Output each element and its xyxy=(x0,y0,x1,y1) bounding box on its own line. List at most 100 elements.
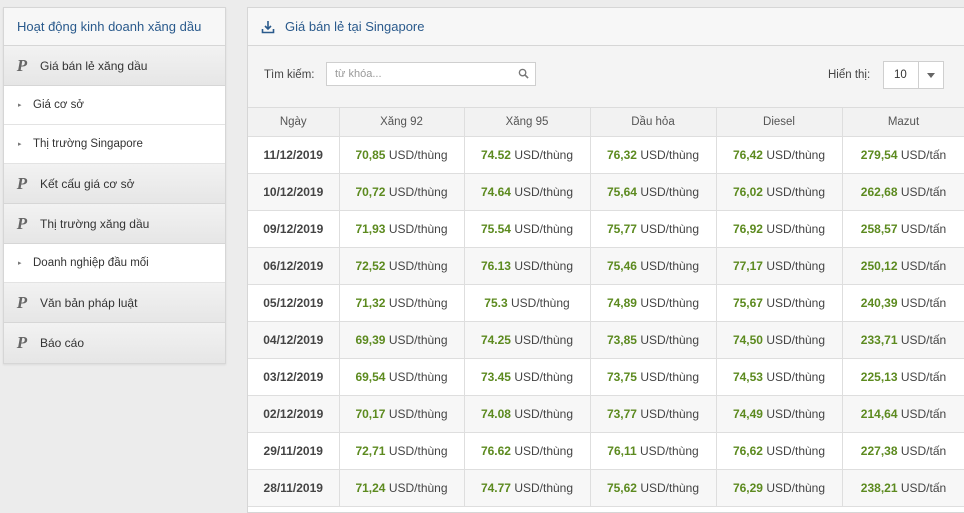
price-cell: 74,49 USD/thùng xyxy=(715,394,843,433)
price-cell: 73,77 USD/thùng xyxy=(589,394,717,433)
p-logo-icon: P xyxy=(16,55,28,75)
sidebar-subitem[interactable]: ▸ Doanh nghiệp đầu mối xyxy=(4,244,225,283)
price-cell: 227,38 USD/tấn xyxy=(841,431,964,470)
sidebar-subitem[interactable]: ▸ Giá cơ sở xyxy=(4,86,225,125)
sidebar-item[interactable]: P Văn bản pháp luật xyxy=(4,283,225,323)
caret-right-icon: ▸ xyxy=(18,102,22,109)
price-cell: 76.62 USD/thùng xyxy=(463,431,591,470)
price-cell: 72,52 USD/thùng xyxy=(338,246,465,285)
price-cell: 75.54 USD/thùng xyxy=(463,209,591,248)
price-unit: USD/thùng xyxy=(640,443,699,458)
page-size-value: 10 xyxy=(894,69,907,81)
price-cell: 76,42 USD/thùng xyxy=(715,135,843,174)
price-value: 75,77 xyxy=(606,221,637,236)
price-value: 69,54 xyxy=(355,369,386,384)
price-unit: USD/thùng xyxy=(640,221,700,236)
price-value: 74,49 xyxy=(732,406,763,421)
price-value: 75,62 xyxy=(606,480,637,495)
page-size-toggle[interactable] xyxy=(918,62,943,88)
price-cell: 73,75 USD/thùng xyxy=(589,357,717,396)
price-unit: USD/thùng xyxy=(388,295,448,310)
price-value: 76,11 xyxy=(607,443,637,458)
price-value: 75,46 xyxy=(606,258,637,273)
price-unit: USD/thùng xyxy=(640,332,700,347)
column-header[interactable]: Xăng 95 xyxy=(463,108,591,137)
column-header[interactable]: Ngày xyxy=(248,108,340,137)
date-cell: 11/12/2019 xyxy=(248,135,340,174)
price-value: 76.13 xyxy=(480,258,511,273)
price-value: 74,50 xyxy=(732,332,763,347)
price-unit: USD/thùng xyxy=(640,295,700,310)
price-cell: 214,64 USD/tấn xyxy=(841,394,964,433)
p-logo-icon: P xyxy=(16,333,28,352)
column-header[interactable]: Xăng 92 xyxy=(338,108,465,137)
price-cell: 233,71 USD/tấn xyxy=(841,320,964,359)
price-unit: USD/thùng xyxy=(640,369,700,384)
price-value: 74,53 xyxy=(732,369,763,384)
column-header[interactable]: Dầu hỏa xyxy=(589,108,717,137)
price-value: 71,24 xyxy=(355,480,386,495)
price-unit: USD/thùng xyxy=(766,221,826,236)
sidebar-item[interactable]: P Kết cấu giá cơ sở xyxy=(4,164,225,204)
price-value: 73,75 xyxy=(606,369,637,384)
sidebar-subitem[interactable]: ▸ Thị trường Singapore xyxy=(4,125,225,164)
price-value: 225,13 xyxy=(860,369,898,384)
price-unit: USD/thùng xyxy=(388,147,448,162)
price-unit: USD/thùng xyxy=(766,147,826,162)
price-cell: 69,39 USD/thùng xyxy=(338,320,465,359)
price-value: 74,89 xyxy=(606,295,637,310)
price-value: 258,57 xyxy=(860,221,898,236)
date-cell: 06/12/2019 xyxy=(248,246,340,285)
price-value: 74.08 xyxy=(480,406,511,421)
column-header[interactable]: Mazut xyxy=(841,108,964,137)
singapore-price-panel: Giá bán lẻ tại Singapore Tìm kiếm: Hiển … xyxy=(247,7,964,513)
p-logo-icon: P xyxy=(16,292,28,312)
table-body: 11/12/2019 70,85 USD/thùng 74.52 USD/thùng… xyxy=(248,135,964,507)
panel-title: Giá bán lẻ tại Singapore xyxy=(285,19,425,34)
price-unit: USD/thùng xyxy=(640,406,700,421)
price-cell: 238,21 USD/tấn xyxy=(841,468,964,507)
page-size-select[interactable]: 10 xyxy=(883,61,944,89)
price-cell: 71,24 USD/thùng xyxy=(338,468,465,507)
price-cell: 75,77 USD/thùng xyxy=(589,209,717,248)
price-cell: 75.3 USD/thùng xyxy=(463,283,591,322)
price-unit: USD/tấn xyxy=(900,258,947,273)
search-input[interactable] xyxy=(327,63,507,85)
price-cell: 76,32 USD/thùng xyxy=(589,135,717,174)
price-cell: 258,57 USD/tấn xyxy=(841,209,964,248)
price-value: 70,72 xyxy=(355,184,386,199)
table-row: 09/12/2019 71,93 USD/thùng 75.54 USD/thùng… xyxy=(248,209,964,248)
price-value: 75,64 xyxy=(606,184,637,199)
sidebar: Hoạt động kinh doanh xăng dầu P Giá bán l… xyxy=(3,7,226,364)
price-value: 75.3 xyxy=(484,295,508,310)
price-cell: 70,85 USD/thùng xyxy=(338,135,465,174)
price-value: 238,21 xyxy=(860,480,898,495)
price-value: 76,29 xyxy=(732,480,763,495)
price-cell: 75,46 USD/thùng xyxy=(589,246,717,285)
price-unit: USD/thùng xyxy=(511,295,570,310)
date-cell: 29/11/2019 xyxy=(248,431,340,470)
price-cell: 225,13 USD/tấn xyxy=(841,357,964,396)
price-unit: USD/tấn xyxy=(900,184,947,199)
price-unit: USD/thùng xyxy=(388,221,448,236)
price-unit: USD/thùng xyxy=(766,184,826,199)
sidebar-item[interactable]: P Báo cáo xyxy=(4,323,225,363)
search-icon[interactable] xyxy=(518,68,529,79)
price-unit: USD/thùng xyxy=(514,332,574,347)
sidebar-item[interactable]: P Giá bán lẻ xăng dầu xyxy=(4,46,225,86)
price-unit: USD/thùng xyxy=(514,443,574,458)
sidebar-item[interactable]: P Thị trường xăng dầu xyxy=(4,204,225,244)
sidebar-subitem-label: Thị trường Singapore xyxy=(33,138,143,150)
price-unit: USD/thùng xyxy=(388,406,448,421)
download-icon[interactable] xyxy=(261,20,275,34)
column-header[interactable]: Diesel xyxy=(715,108,843,137)
price-cell: 70,72 USD/thùng xyxy=(338,172,465,211)
price-unit: USD/tấn xyxy=(900,406,947,421)
price-cell: 74,53 USD/thùng xyxy=(715,357,843,396)
price-value: 72,71 xyxy=(355,443,386,458)
price-cell: 76,92 USD/thùng xyxy=(715,209,843,248)
price-cell: 76.13 USD/thùng xyxy=(463,246,591,285)
price-unit: USD/thùng xyxy=(514,480,574,495)
sidebar-item-label: Văn bản pháp luật xyxy=(40,295,138,310)
date-cell: 05/12/2019 xyxy=(248,283,340,322)
